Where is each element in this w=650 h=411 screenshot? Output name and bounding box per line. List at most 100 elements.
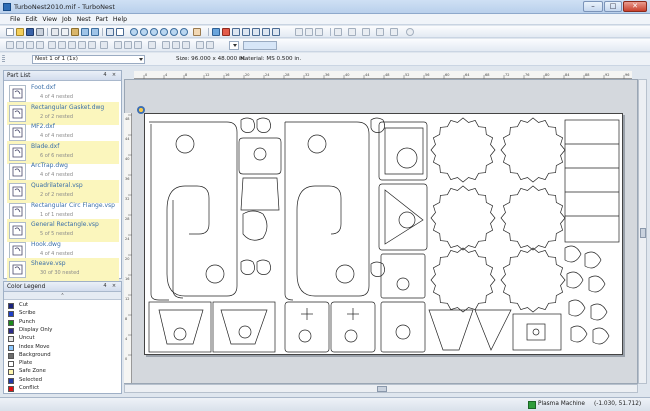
open-icon[interactable] xyxy=(16,28,24,36)
machine-icon[interactable] xyxy=(390,28,398,36)
mirror-icon[interactable] xyxy=(242,28,250,36)
foot-part[interactable] xyxy=(284,121,370,301)
select-icon[interactable] xyxy=(106,28,114,36)
sheave-gear[interactable] xyxy=(430,185,496,251)
align-icon[interactable] xyxy=(262,28,270,36)
options-icon[interactable] xyxy=(406,28,414,36)
bump-icon[interactable] xyxy=(58,41,66,49)
zoom-previous-icon[interactable] xyxy=(170,28,178,36)
save-icon[interactable] xyxy=(26,28,34,36)
plate-icon[interactable] xyxy=(114,41,122,49)
blade-part[interactable] xyxy=(240,117,385,277)
spin-icon[interactable] xyxy=(78,41,86,49)
print-icon[interactable] xyxy=(36,28,44,36)
last-nest-icon[interactable] xyxy=(315,28,323,36)
measure-icon[interactable] xyxy=(134,41,142,49)
quadrilateral-part[interactable] xyxy=(148,301,276,353)
chain-icon[interactable] xyxy=(196,41,204,49)
grid-icon[interactable] xyxy=(272,28,280,36)
pin-icon[interactable]: 4 xyxy=(102,72,108,78)
lead-in-icon[interactable] xyxy=(206,41,214,49)
output-icon[interactable] xyxy=(348,28,356,36)
zoom-window-icon[interactable] xyxy=(140,28,148,36)
flip-icon[interactable] xyxy=(68,41,76,49)
vertical-scroll-thumb[interactable] xyxy=(640,228,646,238)
close-icon[interactable]: × xyxy=(111,72,117,78)
move-icon[interactable] xyxy=(36,41,44,49)
value-select[interactable] xyxy=(243,41,277,50)
color-legend-label: Punch xyxy=(19,318,36,325)
fill-icon[interactable] xyxy=(88,41,96,49)
menu-help[interactable]: Help xyxy=(113,14,127,25)
zoom-fit-icon[interactable] xyxy=(130,28,138,36)
layer-select[interactable] xyxy=(229,41,239,50)
foot-part[interactable] xyxy=(149,121,238,297)
general-rectangle-part[interactable] xyxy=(564,119,620,243)
pin-icon[interactable]: 4 xyxy=(102,283,108,289)
hook-part[interactable] xyxy=(380,245,610,353)
zoom-out-icon[interactable] xyxy=(160,28,168,36)
zoom-all-icon[interactable] xyxy=(180,28,188,36)
vertical-scrollbar[interactable] xyxy=(638,79,647,384)
toggle-lead-icon[interactable] xyxy=(232,28,240,36)
pan-icon[interactable] xyxy=(193,28,201,36)
sequence-icon[interactable] xyxy=(334,28,342,36)
sheave-gear[interactable] xyxy=(430,247,496,313)
dropdown-arrow-icon[interactable] xyxy=(280,41,288,49)
redo-icon[interactable] xyxy=(91,28,99,36)
snap-icon[interactable] xyxy=(148,41,156,49)
rectangular-circ-flange-part[interactable] xyxy=(284,301,376,353)
paste-icon[interactable] xyxy=(71,28,79,36)
chevron-up-icon: ⌃ xyxy=(60,293,65,299)
nest-sheet[interactable] xyxy=(144,113,623,355)
color-swatch xyxy=(8,352,14,359)
close-button[interactable]: ✕ xyxy=(623,1,647,12)
delete-nest-icon[interactable] xyxy=(222,28,230,36)
arctrap-part[interactable] xyxy=(378,121,428,251)
dropdown-arrow-icon[interactable] xyxy=(282,28,290,36)
zoom-in-icon[interactable] xyxy=(150,28,158,36)
tile-icon[interactable] xyxy=(162,41,170,49)
copy-icon[interactable] xyxy=(61,28,69,36)
common-line-icon[interactable] xyxy=(172,41,180,49)
sheave-gear[interactable] xyxy=(430,117,496,183)
bridge-icon[interactable] xyxy=(182,41,190,49)
undo-icon[interactable] xyxy=(81,28,89,36)
menu-edit[interactable]: Edit xyxy=(25,14,37,25)
ruler-tick-label: 12 xyxy=(125,297,129,301)
mf2-part[interactable] xyxy=(238,137,282,241)
menu-job[interactable]: Job xyxy=(62,14,72,25)
sheave-part[interactable] xyxy=(430,117,566,313)
close-icon[interactable]: × xyxy=(111,283,117,289)
new-icon[interactable] xyxy=(6,28,14,36)
remnant-icon[interactable] xyxy=(100,41,108,49)
forward-icon[interactable] xyxy=(16,41,24,49)
menu-part[interactable]: Part xyxy=(96,14,108,25)
nest-select[interactable]: Nest 1 of 1 (1x) xyxy=(32,55,145,64)
menu-file[interactable]: File xyxy=(10,14,20,25)
rotate-icon[interactable] xyxy=(252,28,260,36)
nest-icon[interactable] xyxy=(212,28,220,36)
next-nest-icon[interactable] xyxy=(305,28,313,36)
maximize-button[interactable]: □ xyxy=(604,1,622,12)
back-icon[interactable] xyxy=(6,41,14,49)
part-list-item[interactable]: Sheave.vsp 30 of 30 nested xyxy=(7,258,119,282)
horizontal-scrollbar[interactable] xyxy=(124,384,638,393)
minimize-button[interactable]: – xyxy=(583,1,603,12)
horizontal-scroll-thumb[interactable] xyxy=(377,386,387,392)
array-icon[interactable] xyxy=(48,41,56,49)
layer-icon[interactable] xyxy=(26,41,34,49)
report-icon[interactable] xyxy=(362,28,370,36)
settings-icon[interactable] xyxy=(376,28,384,36)
sheave-gear[interactable] xyxy=(500,185,566,251)
window-select-icon[interactable] xyxy=(116,28,124,36)
menu-view[interactable]: View xyxy=(42,14,57,25)
prev-nest-icon[interactable] xyxy=(295,28,303,36)
menu-nest[interactable]: Nest xyxy=(77,14,91,25)
crop-icon[interactable] xyxy=(124,41,132,49)
sheave-gear[interactable] xyxy=(500,247,566,313)
part-name: Quadrilateral.vsp xyxy=(31,182,83,189)
color-legend-collapse-bar[interactable]: ⌃ xyxy=(4,292,121,300)
cut-icon[interactable] xyxy=(51,28,59,36)
sheave-gear[interactable] xyxy=(500,117,566,183)
